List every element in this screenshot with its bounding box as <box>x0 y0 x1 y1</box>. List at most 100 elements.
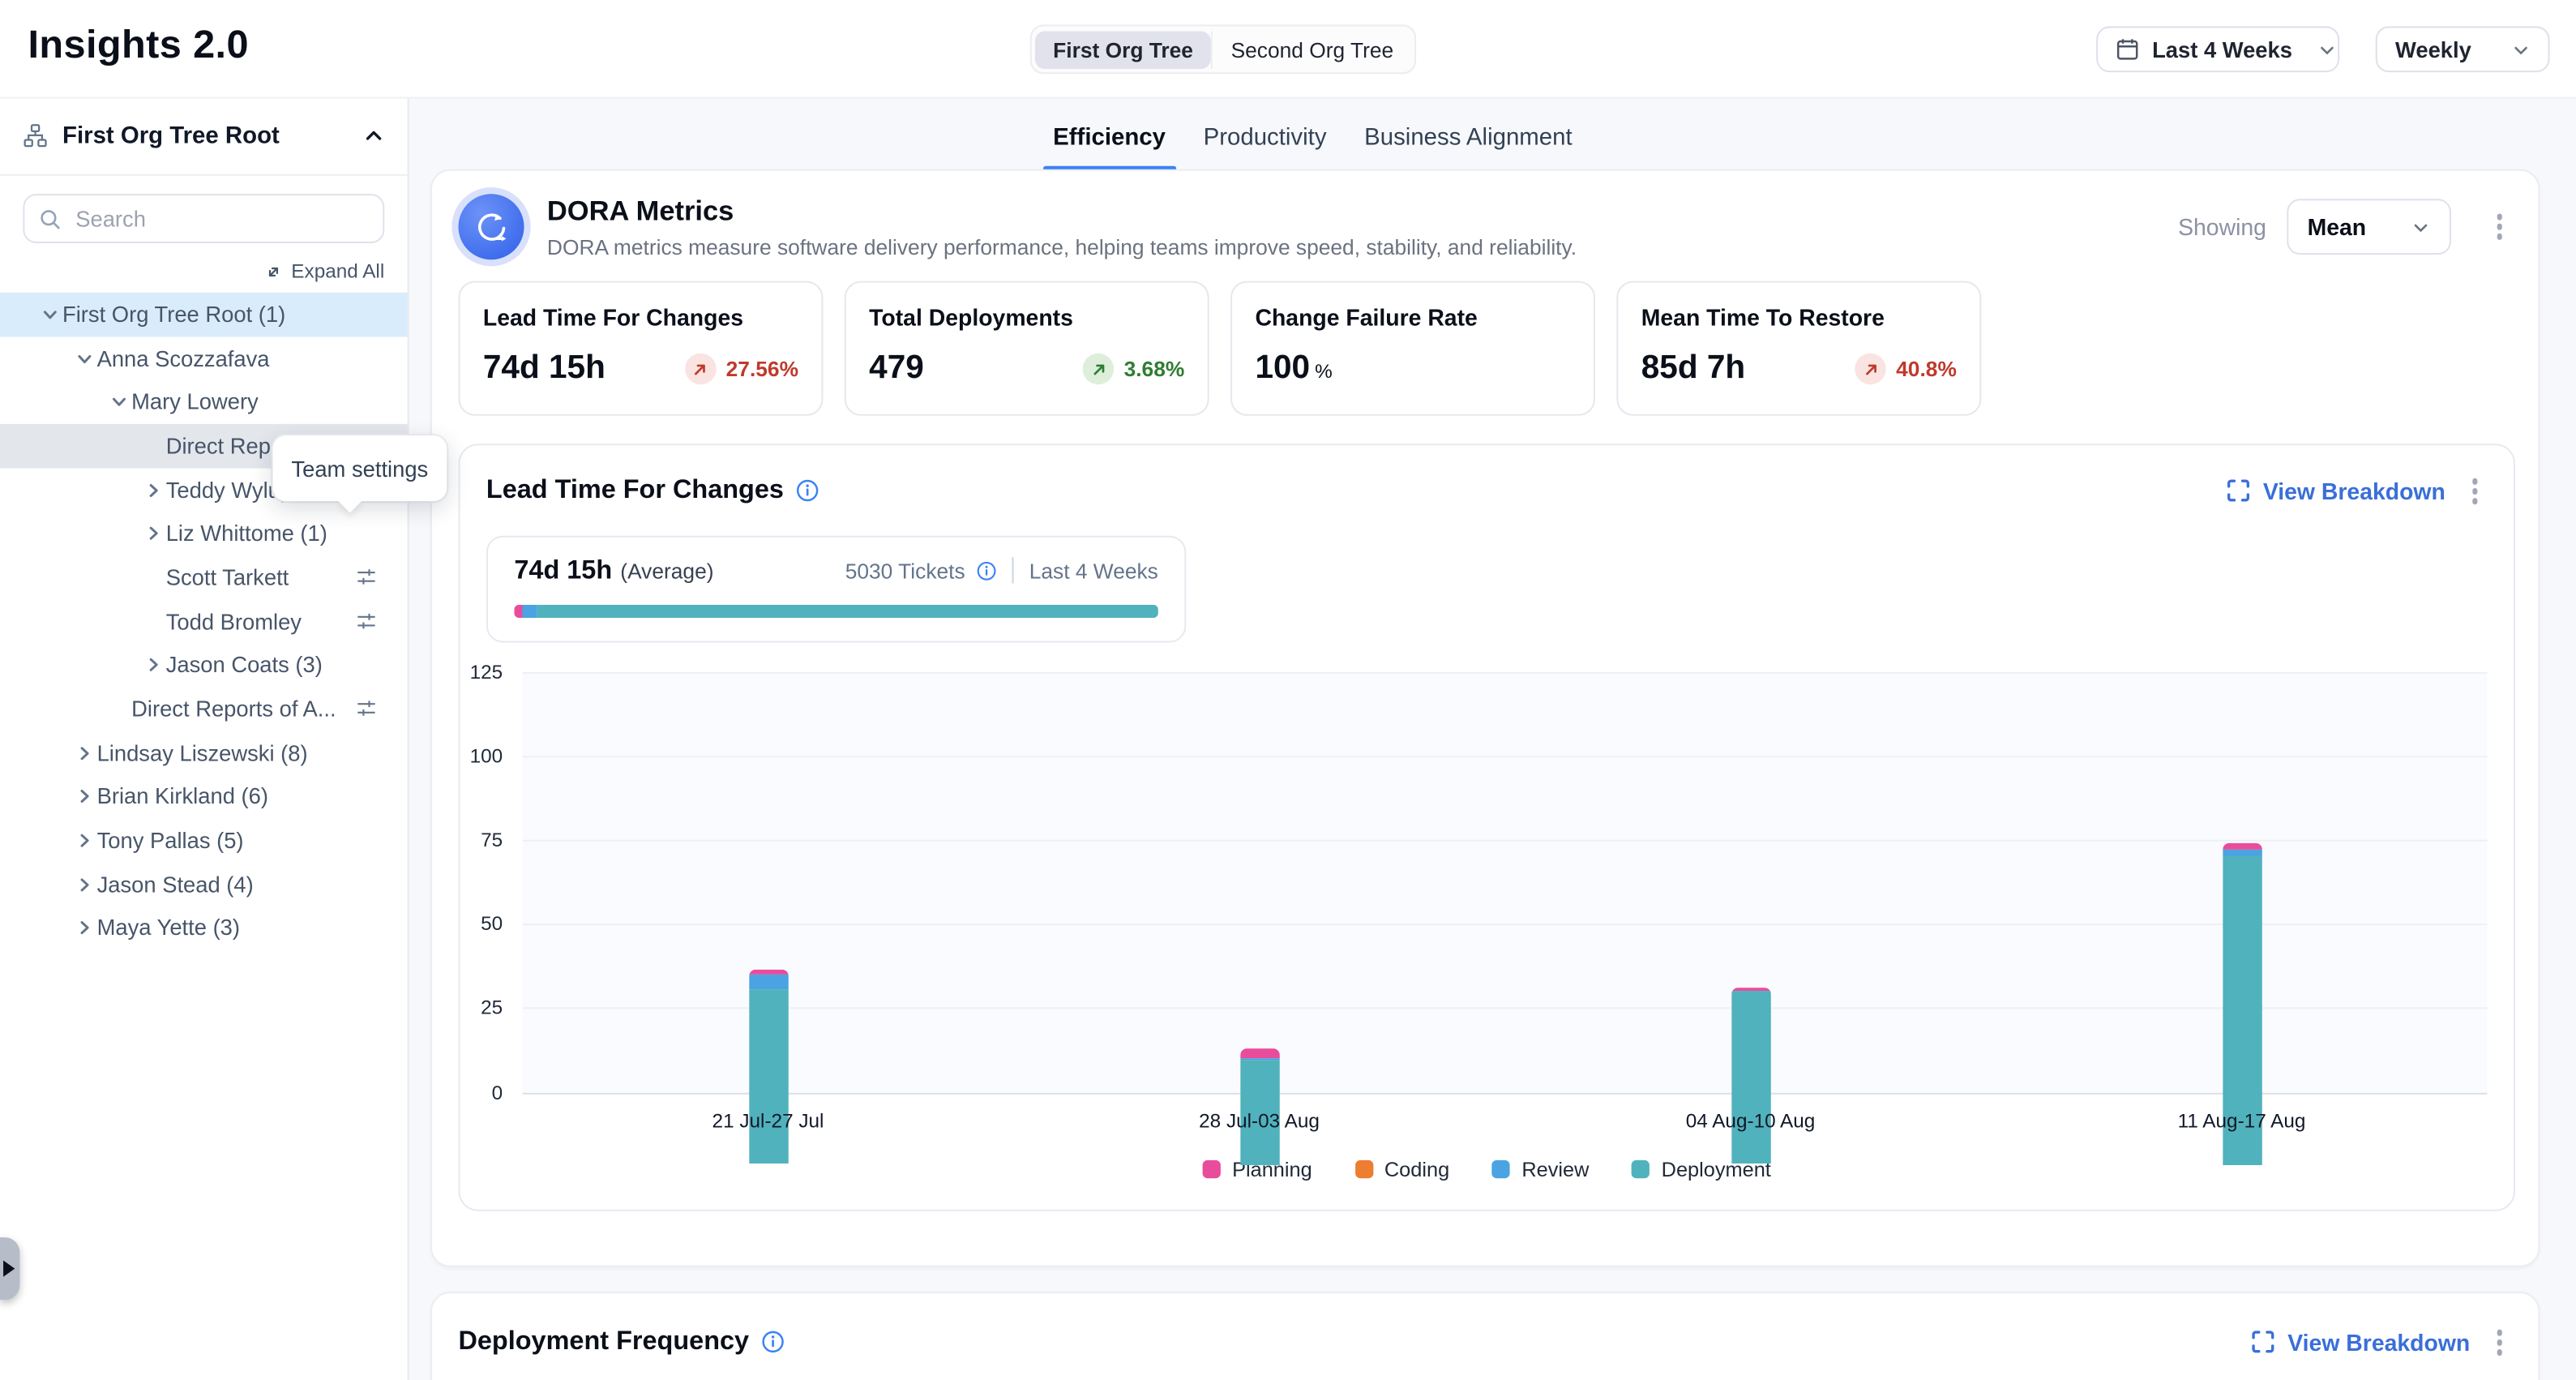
y-axis-tick: 50 <box>453 912 503 935</box>
chevron-right-icon[interactable] <box>71 915 96 941</box>
summary-period: Last 4 Weeks <box>1029 558 1158 582</box>
chevron-down-icon <box>2411 218 2428 236</box>
tree-item[interactable]: Mary Lowery <box>0 380 408 424</box>
expand-all-button[interactable]: Expand All <box>23 259 384 282</box>
tab-business-alignment[interactable]: Business Alignment <box>1361 115 1576 171</box>
chevron-right-icon[interactable] <box>139 477 165 503</box>
team-settings-icon[interactable] <box>355 610 378 632</box>
trend-badge: 40.8% <box>1855 354 1956 385</box>
search-box <box>23 194 384 243</box>
deployment-frequency-section: Deployment Frequency View Breakdown <box>430 1292 2540 1380</box>
search-input[interactable] <box>72 204 370 232</box>
tree-item[interactable]: Brian Kirkland (6) <box>0 775 408 819</box>
date-range-select[interactable]: Last 4 Weeks <box>2096 26 2339 72</box>
chevron-up-icon[interactable] <box>363 125 384 146</box>
metric-value: 479 <box>869 350 924 388</box>
tooltip-label: Team settings <box>291 456 428 480</box>
trend-up-icon <box>1083 354 1115 385</box>
tree-item[interactable]: Anna Scozzafava <box>0 336 408 380</box>
y-axis-tick: 75 <box>453 828 503 851</box>
y-axis-tick: 125 <box>453 660 503 683</box>
dora-title: DORA Metrics <box>547 195 2155 228</box>
chevron-right-icon[interactable] <box>139 652 165 678</box>
tree-item[interactable]: Lindsay Liszewski (8) <box>0 731 408 775</box>
tab-productivity[interactable]: Productivity <box>1200 115 1330 171</box>
org-toggle-first-org-tree[interactable]: First Org Tree <box>1035 30 1211 68</box>
chevron-placeholder <box>139 433 165 459</box>
lead-time-kebab-menu[interactable] <box>2462 469 2487 514</box>
tree-item[interactable]: Jason Coats (3) <box>0 643 408 687</box>
info-icon[interactable] <box>795 478 819 503</box>
stacked-bar[interactable] <box>1239 1048 1279 1164</box>
tree-item[interactable]: Todd Bromley <box>0 599 408 643</box>
tree-item[interactable]: First Org Tree Root (1) <box>0 293 408 336</box>
metric-cards-row: Lead Time For Changes 74d 15h 27.56% Tot… <box>432 276 2538 415</box>
sidebar-collapse-handle[interactable] <box>0 1237 19 1300</box>
chevron-placeholder <box>139 564 165 590</box>
legend-label: Review <box>1521 1158 1589 1181</box>
dora-kebab-menu[interactable] <box>2487 204 2512 250</box>
expand-corners-icon <box>2252 1330 2276 1354</box>
chevron-down-icon[interactable] <box>71 345 96 371</box>
chart-plot-area <box>523 671 2488 1094</box>
tree-item[interactable]: Scott Tarkett <box>0 555 408 599</box>
legend-swatch <box>1632 1160 1650 1178</box>
bar-segment-deployment <box>748 989 788 1164</box>
chevron-right-icon[interactable] <box>71 784 96 810</box>
chevron-right-icon[interactable] <box>139 521 165 546</box>
lead-time-summary: 74d 15h (Average) 5030 Tickets Last 4 We… <box>486 535 1186 642</box>
bar-segment-planning <box>1239 1048 1279 1058</box>
tree-item[interactable]: Jason Stead (4) <box>0 863 408 906</box>
tree-item[interactable]: Tony Pallas (5) <box>0 819 408 863</box>
lead-time-view-breakdown-button[interactable]: View Breakdown <box>2227 478 2445 504</box>
org-toggle-second-org-tree[interactable]: Second Org Tree <box>1211 30 1411 68</box>
main-content: Efficiency Productivity Business Alignment… <box>409 97 2576 1380</box>
aggregation-select[interactable]: Mean <box>2286 199 2450 255</box>
tree-item[interactable]: Direct Reports of A... <box>0 688 408 731</box>
legend-swatch <box>1492 1160 1510 1178</box>
stacked-bar[interactable] <box>1731 988 1770 1164</box>
deployment-kebab-menu[interactable] <box>2487 1320 2512 1365</box>
tree-item-label: Tony Pallas (5) <box>97 829 244 853</box>
metric-card: Lead Time For Changes 74d 15h 27.56% <box>458 281 823 416</box>
view-breakdown-label: View Breakdown <box>2287 1329 2470 1355</box>
legend-item-review[interactable]: Review <box>1492 1158 1590 1181</box>
chevron-right-icon[interactable] <box>71 828 96 854</box>
metric-value: 100% <box>1255 350 1332 388</box>
stacked-bar[interactable] <box>748 970 788 1164</box>
chevron-right-icon[interactable] <box>71 739 96 765</box>
gridline <box>523 839 2488 841</box>
deployment-view-breakdown-button[interactable]: View Breakdown <box>2252 1329 2471 1355</box>
lead-time-chart: Planning Coding Review Deployment 025507… <box>486 671 2488 1164</box>
chevron-down-icon[interactable] <box>105 389 131 415</box>
team-settings-tooltip: Team settings <box>272 435 447 501</box>
info-icon[interactable] <box>977 559 998 581</box>
team-settings-icon[interactable] <box>355 565 378 588</box>
metric-value: 74d 15h <box>483 350 605 388</box>
org-tree-sidebar: First Org Tree Root Expand All First Org… <box>0 97 409 1380</box>
chevron-down-icon[interactable] <box>36 302 62 328</box>
org-chart-icon <box>23 123 47 148</box>
gridline <box>523 924 2488 925</box>
trend-badge: 3.68% <box>1083 354 1184 385</box>
legend-swatch <box>1354 1160 1372 1178</box>
chevron-right-icon[interactable] <box>71 872 96 898</box>
tree-item[interactable]: Maya Yette (3) <box>0 906 408 950</box>
phase-distribution-bar <box>514 604 1157 617</box>
delta-value: 3.68% <box>1124 357 1185 381</box>
trend-up-icon <box>685 354 717 385</box>
tree-item[interactable]: Liz Whittome (1) <box>0 512 408 555</box>
granularity-select[interactable]: Weekly <box>2376 26 2550 72</box>
metric-title: Mean Time To Restore <box>1641 304 1957 330</box>
y-axis-tick: 100 <box>453 744 503 766</box>
tree-item-label: Brian Kirkland (6) <box>97 785 268 809</box>
bar-segment-review <box>2222 849 2261 856</box>
legend-item-coding[interactable]: Coding <box>1354 1158 1449 1181</box>
bar-segment-deployment <box>1731 991 1770 1164</box>
chevron-placeholder <box>139 608 165 634</box>
y-axis-tick: 25 <box>453 996 503 1019</box>
info-icon[interactable] <box>760 1330 785 1354</box>
x-axis-label: 11 Aug-17 Aug <box>2178 1108 2306 1131</box>
team-settings-icon[interactable] <box>355 697 378 720</box>
tab-efficiency[interactable]: Efficiency <box>1050 115 1169 171</box>
